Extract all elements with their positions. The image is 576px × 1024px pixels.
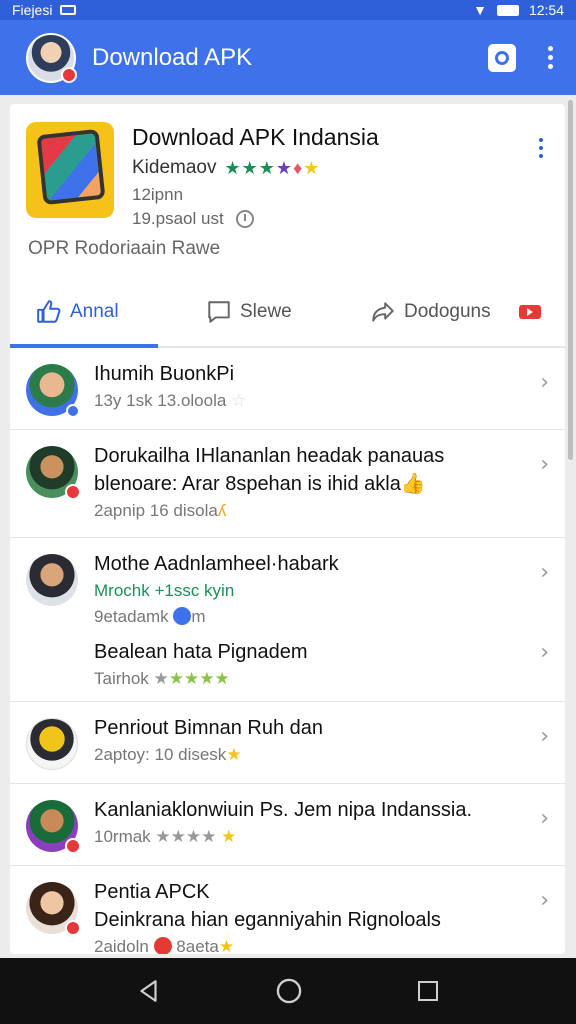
review-title-2: Deinkrana hian eganniyahin Rignoloals bbox=[94, 909, 441, 931]
tab-annal-label: Annal bbox=[70, 301, 119, 322]
wifi-icon: ▼ bbox=[473, 2, 487, 18]
review-list: Ihumih BuonkPi 13y 1sk 13.oloola ☆ › Dor… bbox=[10, 348, 565, 954]
app-header: Download APK Indansia Kidemaov ★★★★♦★ 12… bbox=[10, 104, 565, 234]
status-bar: Fiejesi ▼ 12:54 bbox=[0, 0, 576, 20]
tab-bar: Annal Slewe Dodoguns bbox=[10, 278, 565, 348]
video-icon[interactable] bbox=[519, 305, 541, 319]
avatar bbox=[26, 554, 78, 606]
review-sub: 2apnip 16 disola bbox=[94, 501, 218, 520]
app-icon[interactable] bbox=[26, 122, 114, 218]
app-card: Download APK Indansia Kidemaov ★★★★♦★ 12… bbox=[10, 104, 565, 954]
list-item[interactable]: Mothe Aadnlamheel·habark Mrochk +1ssc ky… bbox=[10, 538, 565, 702]
app-name: Download APK Indansia bbox=[132, 124, 379, 150]
verified-badge-icon bbox=[61, 66, 77, 83]
back-icon[interactable] bbox=[136, 978, 162, 1004]
clock-time: 12:54 bbox=[528, 2, 564, 18]
tab-dodoguns-label: Dodoguns bbox=[404, 301, 491, 322]
avatar bbox=[26, 882, 81, 936]
card-menu-icon[interactable] bbox=[539, 138, 543, 158]
notification-icon bbox=[60, 5, 77, 15]
developer-name[interactable]: Kidemaov bbox=[132, 157, 217, 179]
carrier-label: Fiejesi bbox=[12, 2, 53, 18]
info-icon bbox=[173, 607, 192, 625]
review-title: Mothe Aadnlamheel·habark bbox=[94, 553, 339, 575]
chevron-right-icon: › bbox=[540, 888, 549, 913]
avatar bbox=[26, 800, 81, 854]
camera-icon[interactable] bbox=[488, 43, 516, 72]
app-bar: Download APK bbox=[0, 20, 576, 95]
app-meta-1: 12ipnn bbox=[132, 185, 184, 204]
review-sub: 10rmak bbox=[94, 827, 151, 846]
avatar bbox=[26, 718, 78, 770]
tab-dodoguns[interactable]: Dodoguns bbox=[370, 299, 491, 325]
clock-icon bbox=[235, 210, 254, 228]
share-icon bbox=[370, 299, 396, 325]
list-item[interactable]: Penriout Bimnan Ruh dan 2aptoy: 10 dises… bbox=[10, 702, 565, 784]
chevron-right-icon: › bbox=[540, 724, 549, 749]
avatar bbox=[26, 446, 81, 500]
chevron-right-icon: › bbox=[540, 806, 549, 831]
review-title: Kanlaniaklonwiuin Ps. Jem nipa Indanssia… bbox=[94, 799, 472, 821]
review-sub: Mrochk +1ssc kyin bbox=[94, 581, 235, 600]
review-title: Dorukailha IHlananlan headak panauas bbox=[94, 445, 445, 467]
chevron-right-icon: › bbox=[540, 370, 549, 395]
tab-slewe-label: Slewe bbox=[240, 301, 292, 322]
thumbs-up-icon bbox=[36, 299, 62, 325]
profile-avatar[interactable] bbox=[26, 32, 77, 83]
chevron-right-icon: › bbox=[540, 560, 549, 585]
app-bar-title: Download APK bbox=[92, 43, 253, 71]
app-subtitle: OPR Rodoriaain Rawe bbox=[28, 238, 221, 259]
thumbs-emoji-icon: 👍 bbox=[400, 473, 426, 495]
tab-slewe[interactable]: Slewe bbox=[206, 299, 292, 325]
review-sub-2: 9etadamk bbox=[94, 607, 169, 626]
review-sub: 13y 1sk 13.oloola bbox=[94, 391, 227, 410]
chevron-right-icon: › bbox=[540, 452, 549, 477]
chevron-right-icon: › bbox=[540, 640, 549, 665]
overflow-menu-icon[interactable] bbox=[544, 46, 556, 69]
home-icon[interactable] bbox=[275, 977, 303, 1005]
tab-annal[interactable]: Annal bbox=[36, 299, 119, 325]
review-title: Ihumih BuonkPi bbox=[94, 363, 235, 385]
list-item[interactable]: Kanlaniaklonwiuin Ps. Jem nipa Indanssia… bbox=[10, 784, 565, 866]
app-meta-2: 19.psaol ust bbox=[132, 209, 224, 228]
scrollbar[interactable] bbox=[568, 100, 573, 460]
review-sub-3: Tairhok bbox=[94, 669, 149, 688]
list-item[interactable]: Ihumih BuonkPi 13y 1sk 13.oloola ☆ › bbox=[10, 348, 565, 430]
chat-icon bbox=[206, 299, 232, 325]
avatar bbox=[26, 364, 80, 418]
list-item[interactable]: Pentia APCK Deinkrana hian eganniyahin R… bbox=[10, 866, 565, 954]
flag-icon bbox=[153, 937, 172, 954]
review-title-2: blenoare: Arar 8spehan is ihid akla bbox=[94, 473, 401, 495]
system-nav-bar bbox=[0, 958, 576, 1024]
rating-stars: ★★★★♦★ bbox=[224, 157, 321, 178]
list-item[interactable]: Dorukailha IHlananlan headak panauas ble… bbox=[10, 430, 565, 538]
review-sub: 2aptoy: 10 disesk bbox=[94, 745, 227, 764]
review-sub-2-end: m bbox=[191, 607, 206, 626]
review-sub-end: 8aeta bbox=[176, 937, 219, 954]
review-title: Penriout Bimnan Ruh dan bbox=[94, 717, 324, 739]
review-title: Pentia APCK bbox=[94, 881, 210, 903]
recents-icon[interactable] bbox=[416, 979, 440, 1003]
review-title-3: Bealean hata Pignadem bbox=[94, 641, 308, 663]
battery-icon bbox=[496, 4, 519, 16]
review-sub: 2aidoln bbox=[94, 937, 149, 954]
